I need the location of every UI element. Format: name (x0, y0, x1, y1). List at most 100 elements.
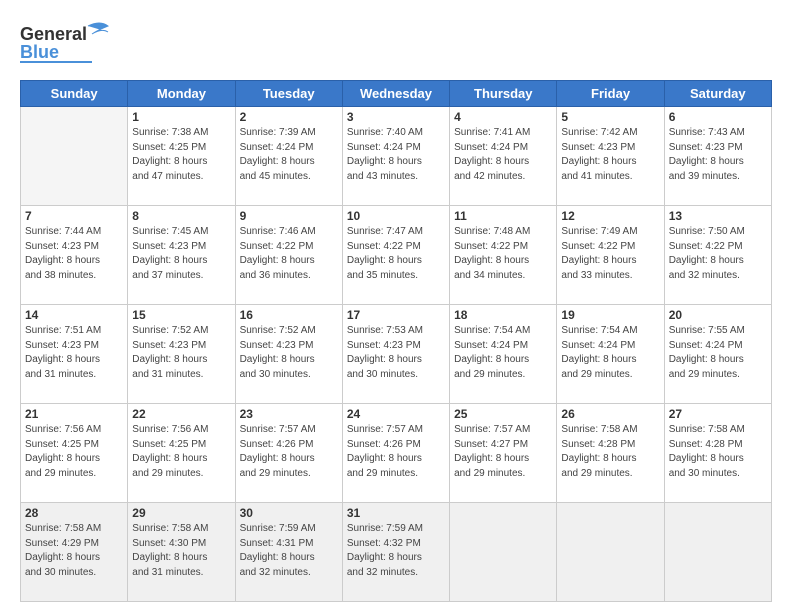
day-header-wednesday: Wednesday (342, 81, 449, 107)
day-number: 22 (132, 407, 230, 421)
day-info: Sunrise: 7:58 AMSunset: 4:28 PMDaylight:… (561, 423, 659, 481)
day-info: Sunrise: 7:46 AMSunset: 4:22 PMDaylight:… (240, 225, 338, 283)
day-info: Sunrise: 7:58 AMSunset: 4:30 PMDaylight:… (132, 522, 230, 580)
day-number: 9 (240, 209, 338, 223)
day-number: 14 (25, 308, 123, 322)
day-number: 11 (454, 209, 552, 223)
calendar-cell: 15Sunrise: 7:52 AMSunset: 4:23 PMDayligh… (128, 305, 235, 404)
calendar-cell: 24Sunrise: 7:57 AMSunset: 4:26 PMDayligh… (342, 404, 449, 503)
day-info: Sunrise: 7:53 AMSunset: 4:23 PMDaylight:… (347, 324, 445, 382)
calendar-cell: 12 Sunrise: 7:49 AMSunset: 4:22 PMDayligh… (557, 206, 664, 305)
calendar-cell: 4Sunrise: 7:41 AMSunset: 4:24 PMDaylight… (450, 107, 557, 206)
day-number: 28 (25, 506, 123, 520)
day-header-saturday: Saturday (664, 81, 771, 107)
day-info: Sunrise: 7:50 AMSunset: 4:22 PMDaylight:… (669, 225, 767, 283)
day-number: 6 (669, 110, 767, 124)
day-number: 16 (240, 308, 338, 322)
day-info: Sunrise: 7:59 AMSunset: 4:31 PMDaylight:… (240, 522, 338, 580)
calendar-cell: 8 Sunrise: 7:45 AMSunset: 4:23 PMDaylight… (128, 206, 235, 305)
day-number: 3 (347, 110, 445, 124)
day-number: 7 (25, 209, 123, 223)
day-info: Sunrise: 7:52 AMSunset: 4:23 PMDaylight:… (240, 324, 338, 382)
day-number: 20 (669, 308, 767, 322)
day-info: Sunrise: 7:55 AMSunset: 4:24 PMDaylight:… (669, 324, 767, 382)
calendar-cell: 30 Sunrise: 7:59 AMSunset: 4:31 PMDayligh… (235, 503, 342, 602)
day-number: 18 (454, 308, 552, 322)
days-header-row: SundayMondayTuesdayWednesdayThursdayFrid… (21, 81, 772, 107)
calendar-cell: 31 Sunrise: 7:59 AMSunset: 4:32 PMDayligh… (342, 503, 449, 602)
day-number: 30 (240, 506, 338, 520)
calendar-cell: 29 Sunrise: 7:58 AMSunset: 4:30 PMDayligh… (128, 503, 235, 602)
calendar-cell: 3 Sunrise: 7:40 AMSunset: 4:24 PMDaylight… (342, 107, 449, 206)
calendar-week-3: 14 Sunrise: 7:51 AMSunset: 4:23 PMDayligh… (21, 305, 772, 404)
day-number: 31 (347, 506, 445, 520)
day-info: Sunrise: 7:45 AMSunset: 4:23 PMDaylight:… (132, 225, 230, 283)
calendar-cell (664, 503, 771, 602)
calendar-cell: 1Sunrise: 7:38 AMSunset: 4:25 PMDaylight… (128, 107, 235, 206)
calendar-cell: 25 Sunrise: 7:57 AMSunset: 4:27 PMDayligh… (450, 404, 557, 503)
calendar-cell: 5Sunrise: 7:42 AMSunset: 4:23 PMDaylight… (557, 107, 664, 206)
day-number: 15 (132, 308, 230, 322)
calendar-cell: 26 Sunrise: 7:58 AMSunset: 4:28 PMDayligh… (557, 404, 664, 503)
calendar-cell: 18 Sunrise: 7:54 AMSunset: 4:24 PMDayligh… (450, 305, 557, 404)
calendar-cell: 27Sunrise: 7:58 AMSunset: 4:28 PMDayligh… (664, 404, 771, 503)
day-number: 1 (132, 110, 230, 124)
calendar-cell (450, 503, 557, 602)
day-header-friday: Friday (557, 81, 664, 107)
calendar-cell: 20 Sunrise: 7:55 AMSunset: 4:24 PMDayligh… (664, 305, 771, 404)
calendar-cell: 21Sunrise: 7:56 AMSunset: 4:25 PMDayligh… (21, 404, 128, 503)
calendar-cell: 13 Sunrise: 7:50 AMSunset: 4:22 PMDayligh… (664, 206, 771, 305)
day-info: Sunrise: 7:57 AMSunset: 4:27 PMDaylight:… (454, 423, 552, 481)
calendar-cell: 22Sunrise: 7:56 AMSunset: 4:25 PMDayligh… (128, 404, 235, 503)
day-info: Sunrise: 7:57 AMSunset: 4:26 PMDaylight:… (240, 423, 338, 481)
logo-svg: General Blue (20, 18, 110, 70)
day-number: 13 (669, 209, 767, 223)
day-info: Sunrise: 7:43 AMSunset: 4:23 PMDaylight:… (669, 126, 767, 184)
calendar-cell: 2Sunrise: 7:39 AMSunset: 4:24 PMDaylight… (235, 107, 342, 206)
calendar-cell: 10Sunrise: 7:47 AMSunset: 4:22 PMDayligh… (342, 206, 449, 305)
header: General Blue (20, 18, 772, 70)
calendar-week-1: 1Sunrise: 7:38 AMSunset: 4:25 PMDaylight… (21, 107, 772, 206)
logo: General Blue (20, 18, 110, 70)
calendar-cell: 28 Sunrise: 7:58 AMSunset: 4:29 PMDayligh… (21, 503, 128, 602)
day-number: 17 (347, 308, 445, 322)
calendar-week-2: 7 Sunrise: 7:44 AMSunset: 4:23 PMDaylight… (21, 206, 772, 305)
day-header-monday: Monday (128, 81, 235, 107)
svg-text:Blue: Blue (20, 42, 59, 62)
day-info: Sunrise: 7:59 AMSunset: 4:32 PMDaylight:… (347, 522, 445, 580)
calendar-week-5: 28 Sunrise: 7:58 AMSunset: 4:29 PMDayligh… (21, 503, 772, 602)
day-info: Sunrise: 7:58 AMSunset: 4:28 PMDaylight:… (669, 423, 767, 481)
day-header-tuesday: Tuesday (235, 81, 342, 107)
calendar-cell (21, 107, 128, 206)
day-number: 29 (132, 506, 230, 520)
day-info: Sunrise: 7:48 AMSunset: 4:22 PMDaylight:… (454, 225, 552, 283)
svg-text:General: General (20, 24, 87, 44)
calendar-cell (557, 503, 664, 602)
day-number: 2 (240, 110, 338, 124)
day-header-thursday: Thursday (450, 81, 557, 107)
day-number: 12 (561, 209, 659, 223)
day-number: 21 (25, 407, 123, 421)
day-number: 23 (240, 407, 338, 421)
day-number: 26 (561, 407, 659, 421)
calendar-cell: 11 Sunrise: 7:48 AMSunset: 4:22 PMDayligh… (450, 206, 557, 305)
calendar-body: 1Sunrise: 7:38 AMSunset: 4:25 PMDaylight… (21, 107, 772, 602)
day-info: Sunrise: 7:49 AMSunset: 4:22 PMDaylight:… (561, 225, 659, 283)
day-number: 8 (132, 209, 230, 223)
calendar-cell: 14 Sunrise: 7:51 AMSunset: 4:23 PMDayligh… (21, 305, 128, 404)
day-number: 4 (454, 110, 552, 124)
day-number: 24 (347, 407, 445, 421)
calendar-header: SundayMondayTuesdayWednesdayThursdayFrid… (21, 81, 772, 107)
day-info: Sunrise: 7:44 AMSunset: 4:23 PMDaylight:… (25, 225, 123, 283)
day-info: Sunrise: 7:51 AMSunset: 4:23 PMDaylight:… (25, 324, 123, 382)
day-info: Sunrise: 7:47 AMSunset: 4:22 PMDaylight:… (347, 225, 445, 283)
day-number: 19 (561, 308, 659, 322)
day-number: 25 (454, 407, 552, 421)
day-info: Sunrise: 7:40 AMSunset: 4:24 PMDaylight:… (347, 126, 445, 184)
day-info: Sunrise: 7:54 AMSunset: 4:24 PMDaylight:… (454, 324, 552, 382)
day-info: Sunrise: 7:42 AMSunset: 4:23 PMDaylight:… (561, 126, 659, 184)
calendar-cell: 16 Sunrise: 7:52 AMSunset: 4:23 PMDayligh… (235, 305, 342, 404)
day-info: Sunrise: 7:58 AMSunset: 4:29 PMDaylight:… (25, 522, 123, 580)
day-header-sunday: Sunday (21, 81, 128, 107)
day-info: Sunrise: 7:54 AMSunset: 4:24 PMDaylight:… (561, 324, 659, 382)
